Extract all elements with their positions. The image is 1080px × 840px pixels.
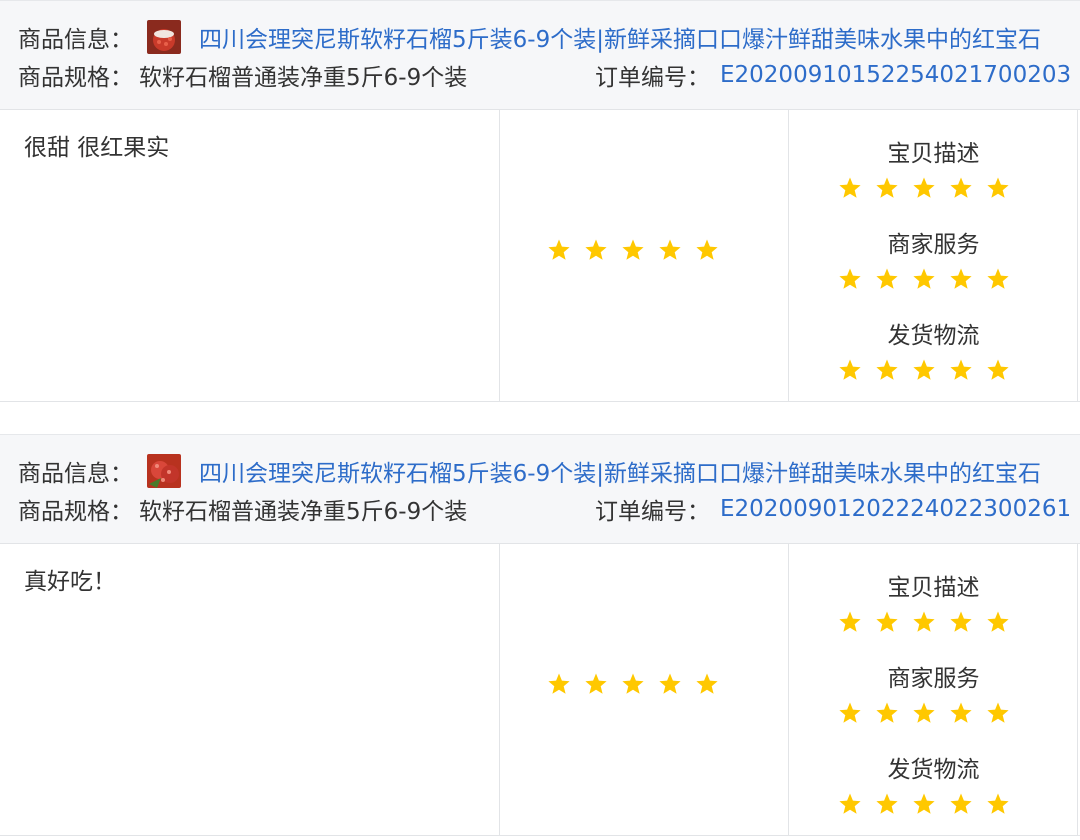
product-thumbnail[interactable]: [147, 454, 181, 488]
detail-rating-label: 宝贝描述: [887, 141, 980, 167]
product-info-row: 商品信息： 四川会理突尼斯软籽石榴5斤装6-9个装|新鲜采摘口口爆汁鲜甜美味水果…: [18, 20, 1041, 54]
review-header: 商品信息： 四川会理突尼斯软籽石榴5斤装6-9个装|新鲜采摘口口爆汁鲜甜美味水果…: [0, 434, 1080, 544]
star-icon: [986, 358, 1010, 382]
review-header: 商品信息： 四川会理突尼斯软籽石榴5斤装6-9个装|新鲜采摘口口爆汁鲜甜美味水果…: [0, 0, 1080, 110]
star-icon: [986, 792, 1010, 816]
star-icon: [949, 176, 973, 200]
star-icon: [875, 610, 899, 634]
detail-rating-stars: [838, 701, 1010, 725]
detail-rating-label: 发货物流: [887, 323, 980, 349]
product-thumbnail[interactable]: [147, 20, 181, 54]
overall-rating-column: [500, 110, 789, 401]
detail-rating-label: 商家服务: [887, 232, 980, 258]
star-icon: [621, 672, 645, 696]
star-icon: [912, 267, 936, 291]
star-icon: [912, 792, 936, 816]
spec-row: 商品规格： 软籽石榴普通装净重5斤6-9个装: [18, 59, 467, 91]
star-icon: [986, 267, 1010, 291]
star-icon: [912, 358, 936, 382]
order-number-row: 订单编号： E20200901202224022300261: [595, 493, 1071, 525]
star-icon: [838, 701, 862, 725]
star-icon: [584, 238, 608, 262]
comment-column: 真好吃！: [0, 544, 500, 835]
order-number-label: 订单编号：: [595, 65, 710, 91]
star-icon: [912, 701, 936, 725]
star-icon: [875, 176, 899, 200]
spec-label: 商品规格：: [18, 65, 133, 91]
star-icon: [695, 238, 719, 262]
overall-rating-column: [500, 544, 789, 835]
order-number-row: 订单编号： E20200910152254021700203: [595, 59, 1071, 91]
product-info-label: 商品信息：: [18, 27, 133, 53]
star-icon: [838, 176, 862, 200]
star-icon: [986, 176, 1010, 200]
star-icon: [986, 701, 1010, 725]
star-icon: [838, 358, 862, 382]
star-icon: [986, 610, 1010, 634]
star-icon: [949, 701, 973, 725]
comment-column: 很甜 很红果实: [0, 110, 500, 401]
star-icon: [875, 358, 899, 382]
star-icon: [949, 792, 973, 816]
detail-rating-stars: [838, 610, 1010, 634]
detail-rating-stars: [838, 358, 1010, 382]
order-number-link[interactable]: E20200910152254021700203: [720, 62, 1071, 88]
order-number-link[interactable]: E20200901202224022300261: [720, 496, 1071, 522]
detail-rating-stars: [838, 176, 1010, 200]
order-number-label: 订单编号：: [595, 499, 710, 525]
overall-rating-stars: [547, 238, 719, 262]
star-icon: [658, 672, 682, 696]
star-icon: [838, 610, 862, 634]
star-icon: [547, 672, 571, 696]
product-title-link[interactable]: 四川会理突尼斯软籽石榴5斤装6-9个装|新鲜采摘口口爆汁鲜甜美味水果中的红宝石: [199, 20, 1041, 54]
spec-value: 软籽石榴普通装净重5斤6-9个装: [139, 65, 468, 91]
star-icon: [695, 672, 719, 696]
review-body: 很甜 很红果实 宝贝描述 商家服务 发货物流: [0, 110, 1080, 402]
star-icon: [838, 792, 862, 816]
detail-rating-label: 发货物流: [887, 757, 980, 783]
review-body: 真好吃！ 宝贝描述 商家服务 发货物流: [0, 544, 1080, 836]
star-icon: [912, 176, 936, 200]
star-icon: [949, 610, 973, 634]
spec-value: 软籽石榴普通装净重5斤6-9个装: [139, 499, 468, 525]
overall-rating-stars: [547, 672, 719, 696]
spec-row: 商品规格： 软籽石榴普通装净重5斤6-9个装: [18, 493, 467, 525]
star-icon: [658, 238, 682, 262]
spec-label: 商品规格：: [18, 499, 133, 525]
detail-rating-stars: [838, 792, 1010, 816]
star-icon: [547, 238, 571, 262]
comment-text: 真好吃！: [24, 569, 116, 595]
product-title-link[interactable]: 四川会理突尼斯软籽石榴5斤装6-9个装|新鲜采摘口口爆汁鲜甜美味水果中的红宝石: [199, 454, 1041, 488]
star-icon: [621, 238, 645, 262]
comment-text: 很甜 很红果实: [24, 135, 170, 161]
star-icon: [838, 267, 862, 291]
product-info-label: 商品信息：: [18, 461, 133, 487]
star-icon: [875, 267, 899, 291]
star-icon: [875, 792, 899, 816]
detail-rating-stars: [838, 267, 1010, 291]
detail-ratings-column: 宝贝描述 商家服务 发货物流: [789, 110, 1078, 401]
product-info-row: 商品信息： 四川会理突尼斯软籽石榴5斤装6-9个装|新鲜采摘口口爆汁鲜甜美味水果…: [18, 454, 1041, 488]
detail-rating-label: 商家服务: [887, 666, 980, 692]
star-icon: [949, 358, 973, 382]
detail-ratings-column: 宝贝描述 商家服务 发货物流: [789, 544, 1078, 835]
star-icon: [584, 672, 608, 696]
detail-rating-label: 宝贝描述: [887, 575, 980, 601]
star-icon: [949, 267, 973, 291]
star-icon: [875, 701, 899, 725]
star-icon: [912, 610, 936, 634]
